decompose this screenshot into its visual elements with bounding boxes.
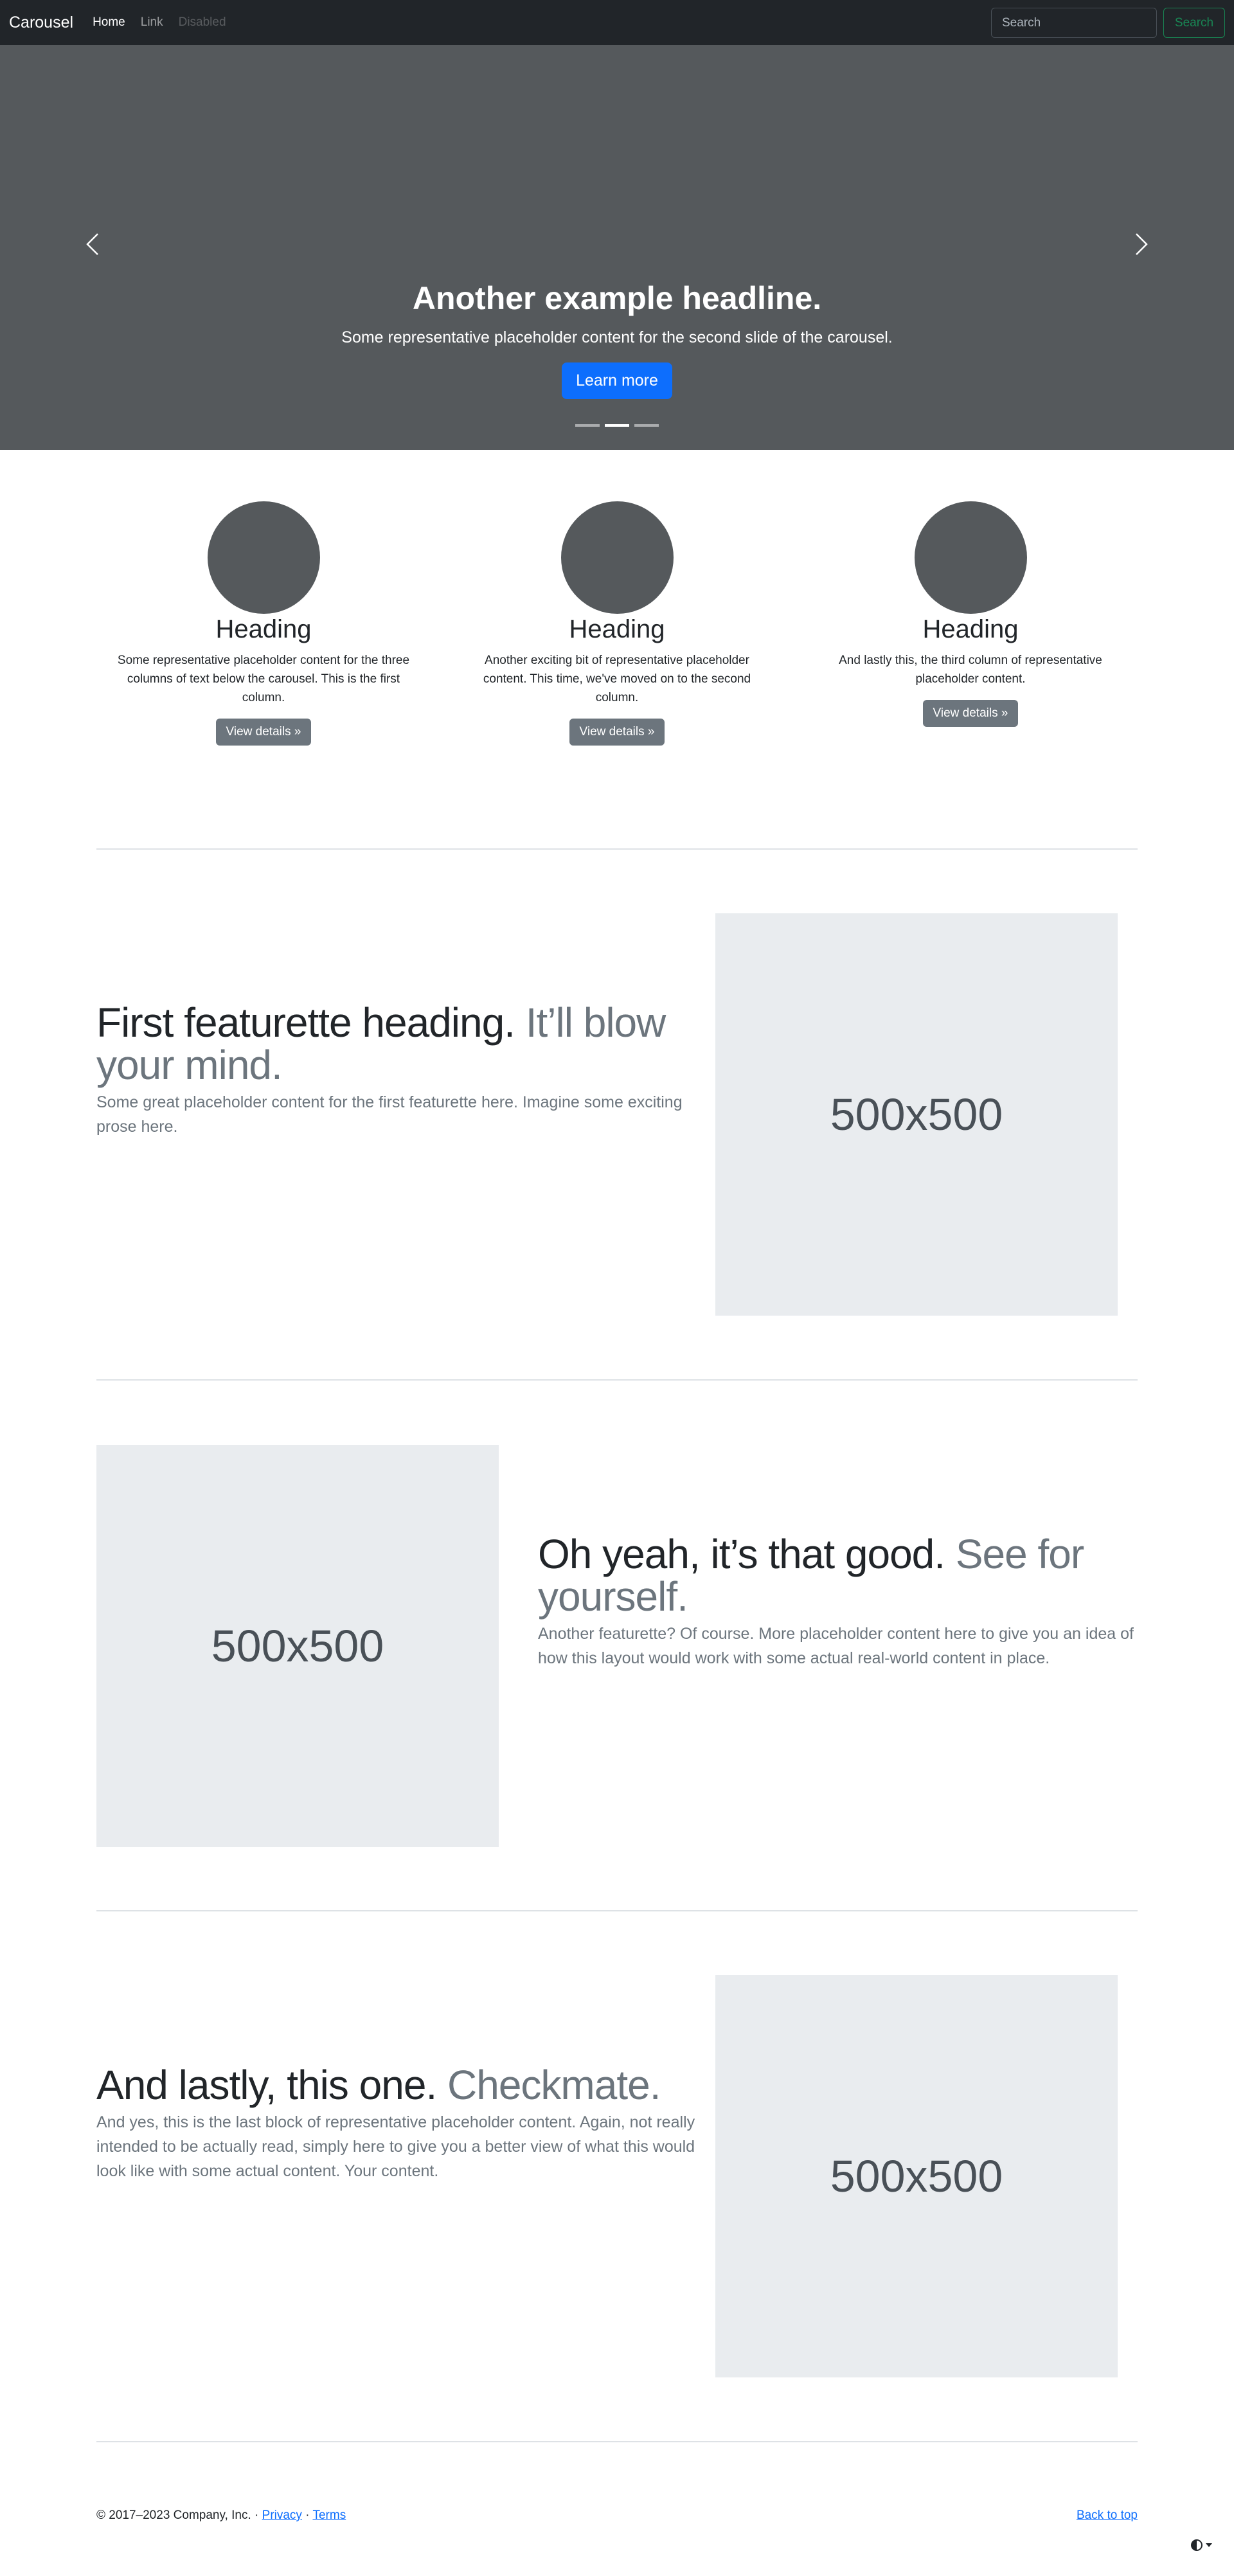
column-text: Another exciting bit of representative p… (483, 654, 751, 704)
chevron-right-icon (1136, 233, 1148, 255)
back-to-top-link[interactable]: Back to top (1077, 2509, 1138, 2522)
featurette-divider (96, 1910, 1138, 1911)
column-heading: Heading (922, 615, 1019, 643)
carousel-indicator-3[interactable] (634, 424, 659, 427)
navbar-brand[interactable]: Carousel (9, 13, 73, 32)
featurette-lead: Another featurette? Of course. More plac… (538, 1625, 1134, 1667)
navbar: Carousel Home Link Disabled Search (0, 0, 1234, 45)
featurette-heading: Oh yeah, it’s that good. See for yoursel… (538, 1531, 1084, 1620)
placeholder-label: 500x500 (830, 1089, 1003, 1140)
carousel-caption: Another example headline. Some represent… (0, 280, 1234, 399)
theme-toggle-icon (1191, 2539, 1203, 2551)
view-details-button[interactable]: View details » (569, 719, 665, 746)
column-image-placeholder (914, 501, 1027, 614)
featurette-3-image-placeholder: 500x500 (715, 1975, 1118, 2377)
column-image-placeholder (207, 501, 320, 614)
footer-copyright: © 2017–2023 Company, Inc. · Privacy · Te… (96, 2509, 346, 2523)
featurette-divider (96, 848, 1138, 850)
featurette-divider (96, 1379, 1138, 1381)
featurette-2-image-placeholder: 500x500 (96, 1445, 499, 1847)
column-heading: Heading (215, 615, 312, 643)
search-form: Search (991, 8, 1225, 38)
marketing-column-3: Heading And lastly this, the third colum… (823, 501, 1118, 727)
featurette-lead: Some great placeholder content for the f… (96, 1093, 683, 1136)
chevron-left-icon (86, 233, 98, 255)
carousel-prev-button[interactable] (67, 219, 118, 270)
carousel-next-button[interactable] (1116, 219, 1167, 270)
search-button[interactable]: Search (1163, 8, 1225, 38)
carousel-text: Some representative placeholder content … (341, 328, 893, 346)
marketing-column-1: Heading Some representative placeholder … (116, 501, 411, 746)
column-text: Some representative placeholder content … (117, 654, 410, 704)
back-to-top: Back to top (1077, 2509, 1138, 2523)
copyright-text: © 2017–2023 Company, Inc. · (96, 2509, 262, 2522)
footer-divider (96, 2441, 1138, 2442)
theme-toggle-button[interactable] (1190, 2539, 1212, 2552)
placeholder-label: 500x500 (211, 1621, 384, 1671)
carousel-headline: Another example headline. (412, 280, 822, 316)
featurette-heading: And lastly, this one. Checkmate. (96, 2062, 661, 2108)
view-details-button[interactable]: View details » (922, 700, 1019, 727)
column-image-placeholder (560, 501, 674, 614)
nav-link-home[interactable]: Home (93, 15, 125, 30)
featurette-heading: First featurette heading. It’ll blow you… (96, 999, 666, 1088)
learn-more-button[interactable]: Learn more (562, 362, 672, 399)
placeholder-label: 500x500 (830, 2151, 1003, 2201)
carousel-indicators (0, 424, 1234, 427)
footer-separator: · (301, 2509, 313, 2522)
nav-link-link[interactable]: Link (141, 15, 163, 30)
view-details-button[interactable]: View details » (215, 719, 312, 746)
column-text: And lastly this, the third column of rep… (839, 654, 1102, 686)
search-input[interactable] (991, 8, 1157, 38)
caret-down-icon (1206, 2543, 1212, 2547)
featurette-3-text: And lastly, this one. Checkmate. And yes… (96, 2064, 701, 2183)
featurette-lead: And yes, this is the last block of repre… (96, 2113, 695, 2180)
carousel-indicator-1[interactable] (575, 424, 600, 427)
nav-link-disabled: Disabled (178, 15, 226, 29)
carousel-indicator-2[interactable] (605, 424, 629, 427)
marketing-column-2: Heading Another exciting bit of represen… (469, 501, 765, 746)
hero-carousel: Another example headline. Some represent… (0, 45, 1234, 450)
featurette-1-text: First featurette heading. It’ll blow you… (96, 1001, 701, 1139)
featurette-2-text: Oh yeah, it’s that good. See for yoursel… (538, 1533, 1142, 1670)
privacy-link[interactable]: Privacy (262, 2509, 302, 2522)
terms-link[interactable]: Terms (312, 2509, 346, 2522)
column-heading: Heading (569, 615, 665, 643)
featurette-1-image-placeholder: 500x500 (715, 913, 1118, 1316)
